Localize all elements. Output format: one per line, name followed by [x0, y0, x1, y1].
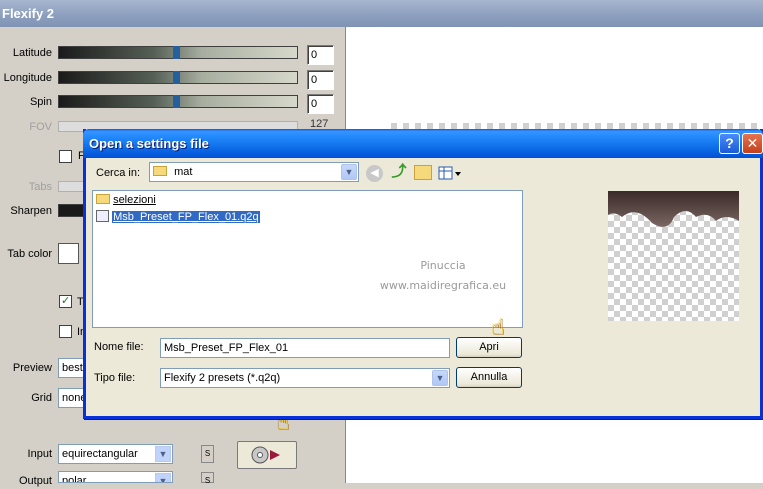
list-item-label: selezioni: [113, 194, 156, 206]
grid-label: Grid: [31, 392, 52, 404]
latitude-input[interactable]: 0: [307, 45, 334, 65]
checkbox-t[interactable]: ✓: [59, 295, 72, 308]
input-projection-value: equirectangular: [62, 448, 138, 460]
checkmark-icon: ✓: [61, 295, 71, 307]
list-item-selected[interactable]: Msb_Preset_FP_Flex_01.q2q: [96, 210, 260, 224]
dialog-titlebar: Open a settings file: [83, 129, 763, 158]
list-item[interactable]: selezioni: [96, 194, 156, 208]
filetype-label: Tipo file:: [94, 372, 136, 384]
longitude-input[interactable]: 0: [307, 70, 334, 90]
grid-select[interactable]: none: [58, 388, 84, 408]
close-button[interactable]: ✕: [742, 133, 763, 154]
tab-color-swatch[interactable]: [58, 243, 79, 264]
preset-preview-thumbnail: [608, 191, 739, 321]
folder-icon: [96, 194, 110, 204]
chevron-down-icon[interactable]: ▼: [155, 473, 171, 482]
chevron-down-icon[interactable]: ▼: [341, 164, 357, 180]
look-in-value: mat: [174, 166, 193, 178]
back-icon[interactable]: ◀: [366, 165, 383, 182]
output-projection-select[interactable]: polar ▼: [58, 471, 173, 483]
input-s-button[interactable]: S: [201, 445, 214, 463]
watermark-line-1: Pinuccia: [420, 259, 466, 272]
view-menu-icon[interactable]: [438, 165, 462, 181]
disc-load-icon: [251, 446, 280, 464]
latitude-slider[interactable]: [58, 46, 298, 59]
preset-preview-shape: [608, 191, 739, 227]
main-window-title: Flexify 2: [2, 6, 55, 21]
spin-input[interactable]: 0: [307, 94, 334, 114]
output-label: Output: [18, 475, 52, 487]
longitude-slider[interactable]: [58, 71, 298, 84]
filename-input[interactable]: Msb_Preset_FP_Flex_01: [160, 338, 450, 358]
preview-label: Preview: [12, 362, 52, 374]
folder-icon: [153, 166, 167, 176]
checkbox-in[interactable]: [59, 325, 72, 338]
help-button[interactable]: ?: [719, 133, 740, 154]
chevron-down-icon[interactable]: ▼: [155, 446, 171, 462]
input-projection-select[interactable]: equirectangular ▼: [58, 444, 173, 464]
watermark-line-2: www.maidiregrafica.eu: [379, 279, 507, 292]
tab-color-label: Tab color: [7, 248, 52, 260]
list-item-label: Msb_Preset_FP_Flex_01.q2q: [112, 211, 260, 223]
output-projection-value: polar: [62, 475, 87, 483]
watermark: Pinuccia www.maidiregrafica.eu: [373, 256, 513, 296]
fov-label: FOV: [29, 121, 52, 133]
cancel-button[interactable]: Annulla: [456, 367, 522, 388]
look-in-label: Cerca in:: [96, 167, 141, 179]
input-label: Input: [27, 448, 52, 460]
file-list[interactable]: selezioni Msb_Preset_FP_Flex_01.q2q Pinu…: [92, 190, 523, 328]
chevron-down-icon[interactable]: ▼: [432, 370, 448, 386]
file-icon: [96, 210, 109, 222]
preview-select[interactable]: best: [58, 358, 84, 378]
tabs-slider[interactable]: [58, 181, 84, 192]
main-window-titlebar: Flexify 2: [0, 0, 763, 27]
spin-slider-thumb[interactable]: [173, 95, 180, 108]
spin-slider[interactable]: [58, 95, 298, 108]
tabs-label: Tabs: [28, 181, 52, 193]
look-in-select[interactable]: mat ▼: [149, 162, 359, 182]
pointer-hand-icon: ☝: [491, 314, 505, 339]
output-s-button[interactable]: S: [201, 472, 214, 485]
up-folder-icon[interactable]: ⤴: [390, 163, 408, 181]
spin-label: Spin: [29, 96, 52, 108]
filetype-select[interactable]: Flexify 2 presets (*.q2q) ▼: [160, 368, 450, 388]
load-preset-button[interactable]: [237, 441, 297, 469]
new-folder-icon[interactable]: [414, 165, 432, 180]
longitude-slider-thumb[interactable]: [173, 71, 180, 84]
checkbox-f[interactable]: [59, 150, 72, 163]
sharpen-slider[interactable]: [58, 204, 84, 217]
open-button[interactable]: Apri: [456, 337, 522, 358]
sharpen-label: Sharpen: [10, 205, 52, 217]
filetype-value: Flexify 2 presets (*.q2q): [164, 372, 281, 384]
dialog-title: Open a settings file: [89, 136, 209, 151]
latitude-label: Latitude: [12, 47, 52, 59]
latitude-slider-thumb[interactable]: [173, 46, 180, 59]
longitude-label: Longitude: [3, 72, 52, 84]
filename-label: Nome file:: [94, 341, 144, 353]
